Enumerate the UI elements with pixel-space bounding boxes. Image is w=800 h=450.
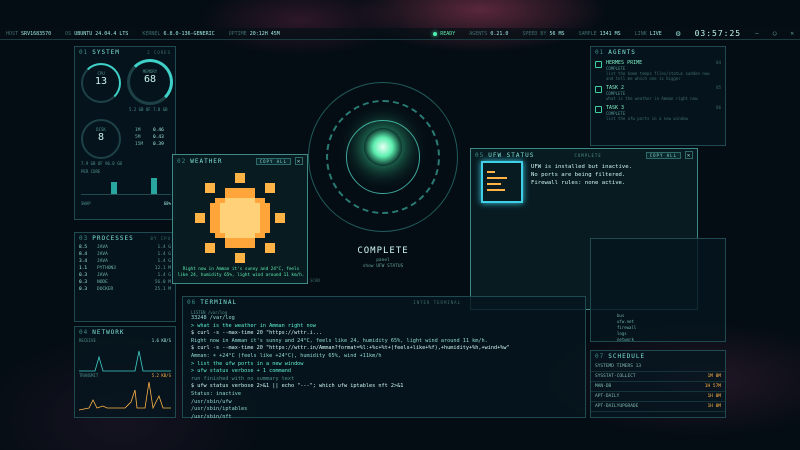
terminal-line: $ ufw status verbose 2>&1 || echo "---";… <box>191 383 404 390</box>
firewall-icon <box>481 161 523 203</box>
terminal-line: /usr/sbin/ufw <box>191 398 232 405</box>
terminal-output[interactable]: LISTEN /var/log 33248 /var/log > what is… <box>183 308 585 423</box>
processes-header: 03 PROCESSES BY CPU <box>79 235 171 242</box>
status-dot-icon <box>433 31 438 36</box>
agents-header: 01 AGENTS <box>595 49 636 56</box>
memory-sub: 5.2 GB OF 7.8 GB <box>129 107 168 112</box>
terminal-line: /usr/sbin/nft <box>191 413 232 420</box>
tree-list: bus ufw.net firewall logs network <box>617 313 636 343</box>
weather-panel: 02 WEATHER COPY ALL ✕ Right now in Amman … <box>172 154 308 284</box>
terminal-line: /usr/sbin/iptables <box>191 406 248 413</box>
orb-sub1: panel <box>376 258 390 263</box>
process-row[interactable]: 0.3 DOCKER 25.1 M <box>75 286 175 293</box>
ufw-line: UFW is installed but inactive. <box>531 164 633 170</box>
cpu-readout: CPU 13 <box>94 71 108 87</box>
close-icon[interactable]: ✕ <box>790 30 794 37</box>
disk-sub: 7.9 GB OF 96.8 GB <box>81 161 122 166</box>
schedule-row: SYSTEMD TIMERS 13 <box>591 362 725 372</box>
receive-graph <box>79 350 171 372</box>
ufw-line: Firewall rules: none active. <box>531 180 626 186</box>
settings-icon[interactable]: ⚙ <box>676 29 681 38</box>
ufw-line: No ports are being filtered. <box>531 172 626 178</box>
close-icon[interactable]: ✕ <box>685 151 693 159</box>
file-tree-panel: bus ufw.net firewall logs network <box>590 238 726 342</box>
status-orb <box>364 128 402 166</box>
schedule-row: APT-DAILY 1H 0M <box>591 392 725 402</box>
top-status-bar: HOST SRV1683570 OS UBUNTU 24.04.4 LTS KERN… <box>0 28 800 40</box>
system-header: 01 SYSTEM 2 CORES <box>79 49 171 56</box>
disk-readout: DISK 8 <box>96 127 106 143</box>
schedule-row: MAN-DB 1H 57M <box>591 382 725 392</box>
close-icon[interactable]: ✕ <box>295 157 303 165</box>
core-bar <box>151 178 157 194</box>
agent-icon <box>595 106 602 113</box>
load-averages: 1M 0.46 5M 0.43 15M 0.39 <box>131 127 171 148</box>
ufw-header: 05 UFW STATUS COMPLETE COPY ALL ✕ <box>475 151 693 159</box>
system-panel: 01 SYSTEM 2 CORES CPU 13 MEMORY 68 5.2 GB OF… <box>74 46 176 220</box>
tree-item[interactable]: network <box>617 337 636 343</box>
terminal-line: $ curl -s --max-time 20 "https://wttr.in… <box>191 345 510 352</box>
terminal-line: 33248 /var/log <box>191 315 235 321</box>
network-header: 04 NETWORK <box>79 329 125 336</box>
load-row: 5M 0.43 <box>135 135 164 140</box>
process-row[interactable]: 3.4 JAVA 1.4 G <box>75 258 175 265</box>
agent-item[interactable]: HERMES PRIME COMPLETE list the home temps … <box>591 58 725 83</box>
ready-status: READY <box>433 31 455 37</box>
kernel-info: KERNEL 6.8.0-136-GENERIC <box>142 30 215 37</box>
agent-item[interactable]: TASK 3 COMPLETE list the ufw ports in a ne… <box>591 103 725 123</box>
sample-info: SAMPLE 1341 MS <box>578 30 621 37</box>
agent-item[interactable]: TASK 2 COMPLETE what is the weather in Amm… <box>591 83 725 103</box>
restore-icon[interactable]: ◯ <box>773 30 777 37</box>
terminal-line: > ufw status verbose + 1 command <box>191 368 291 375</box>
process-row[interactable]: 0.3 NODE 56.0 M <box>75 279 175 286</box>
transmit-graph <box>78 381 171 411</box>
agents-version: AGENTS 0.21.0 <box>469 30 509 37</box>
copy-all-button[interactable]: COPY ALL <box>645 151 681 159</box>
weather-text: Right now in Amman it's sunny and 24°C, … <box>177 267 305 278</box>
schedule-header: 07 SCHEDULE <box>595 353 646 360</box>
terminal-line: > what is the weather in Amman right now <box>191 322 316 329</box>
terminal-line: Right now in Amman it's sunny and 24°C, … <box>191 337 488 344</box>
terminal-line: Status: inactive <box>191 390 241 397</box>
per-core-bars <box>81 175 171 195</box>
copy-all-button[interactable]: COPY ALL <box>255 157 291 165</box>
terminal-header: 06 TERMINAL INTER TERMINAL <box>187 299 461 306</box>
process-row[interactable]: 8.4 JAVA 1.4 G <box>75 251 175 258</box>
schedule-row: SYSSTAT-COLLECT 1M 0M <box>591 372 725 382</box>
uptime-info: UPTIME 20:12H 45M <box>228 30 280 37</box>
speed-info: SPEED BY 56 MS <box>522 30 565 37</box>
core-bar <box>111 182 117 194</box>
load-row: 1M 0.46 <box>135 128 164 133</box>
scan-label: SCAN <box>310 278 320 283</box>
agent-icon <box>595 61 602 68</box>
os-info: OS UBUNTU 24.04.4 LTS <box>65 30 129 37</box>
process-row[interactable]: 8.5 JAVA 1.4 G <box>75 244 175 251</box>
process-row[interactable]: 0.3 JAVA 1.4 G <box>75 272 175 279</box>
process-row[interactable]: 1.1 PYTHON3 12.1 M <box>75 265 175 272</box>
agent-icon <box>595 86 602 93</box>
memory-readout: MEMORY 68 <box>142 69 158 85</box>
network-panel: 04 NETWORK RECEIVE 1.6 KB/S TRANSMIT 5.2 KB… <box>74 326 176 418</box>
terminal-line: > list the ufw ports in a new window <box>191 360 304 367</box>
swap-row: SWAP 68% <box>81 201 171 206</box>
terminal-panel: 06 TERMINAL INTER TERMINAL LISTEN /var/log… <box>182 296 586 420</box>
schedule-panel: 07 SCHEDULE SYSTEMD TIMERS 13 SYSSTAT-COL… <box>590 350 726 418</box>
ufw-output: UFW is installed but inactive. No ports … <box>531 163 632 187</box>
agents-panel: 01 AGENTS HERMES PRIME COMPLETE list the ho… <box>590 46 726 146</box>
minimize-icon[interactable]: — <box>755 30 759 37</box>
processes-panel: 03 PROCESSES BY CPU 8.5 JAVA 1.4 G 8.4 JAVA 1.… <box>74 232 176 322</box>
orb-sub2: show UFW STATUS <box>362 264 404 269</box>
link-info: LINK LIVE <box>634 30 662 37</box>
terminal-line: run finished with no summary text <box>191 375 295 382</box>
per-core-label: PER CORE <box>81 169 101 174</box>
orb-status: COMPLETE <box>357 246 409 256</box>
terminal-line: $ curl -s --max-time 20 "https://wttr.i.… <box>191 330 323 337</box>
schedule-row: APT-DAILYUPGRADE 1H 0M <box>591 402 725 412</box>
host-info: HOST SRV1683570 <box>6 30 52 37</box>
sun-icon <box>195 173 285 263</box>
load-row: 15M 0.39 <box>135 142 164 147</box>
clock: 03:57:25 <box>694 29 742 38</box>
weather-header: 02 WEATHER COPY ALL ✕ <box>177 157 303 165</box>
terminal-line: Amman: ☀ +24°C (feels like +24°C), humid… <box>191 352 382 359</box>
